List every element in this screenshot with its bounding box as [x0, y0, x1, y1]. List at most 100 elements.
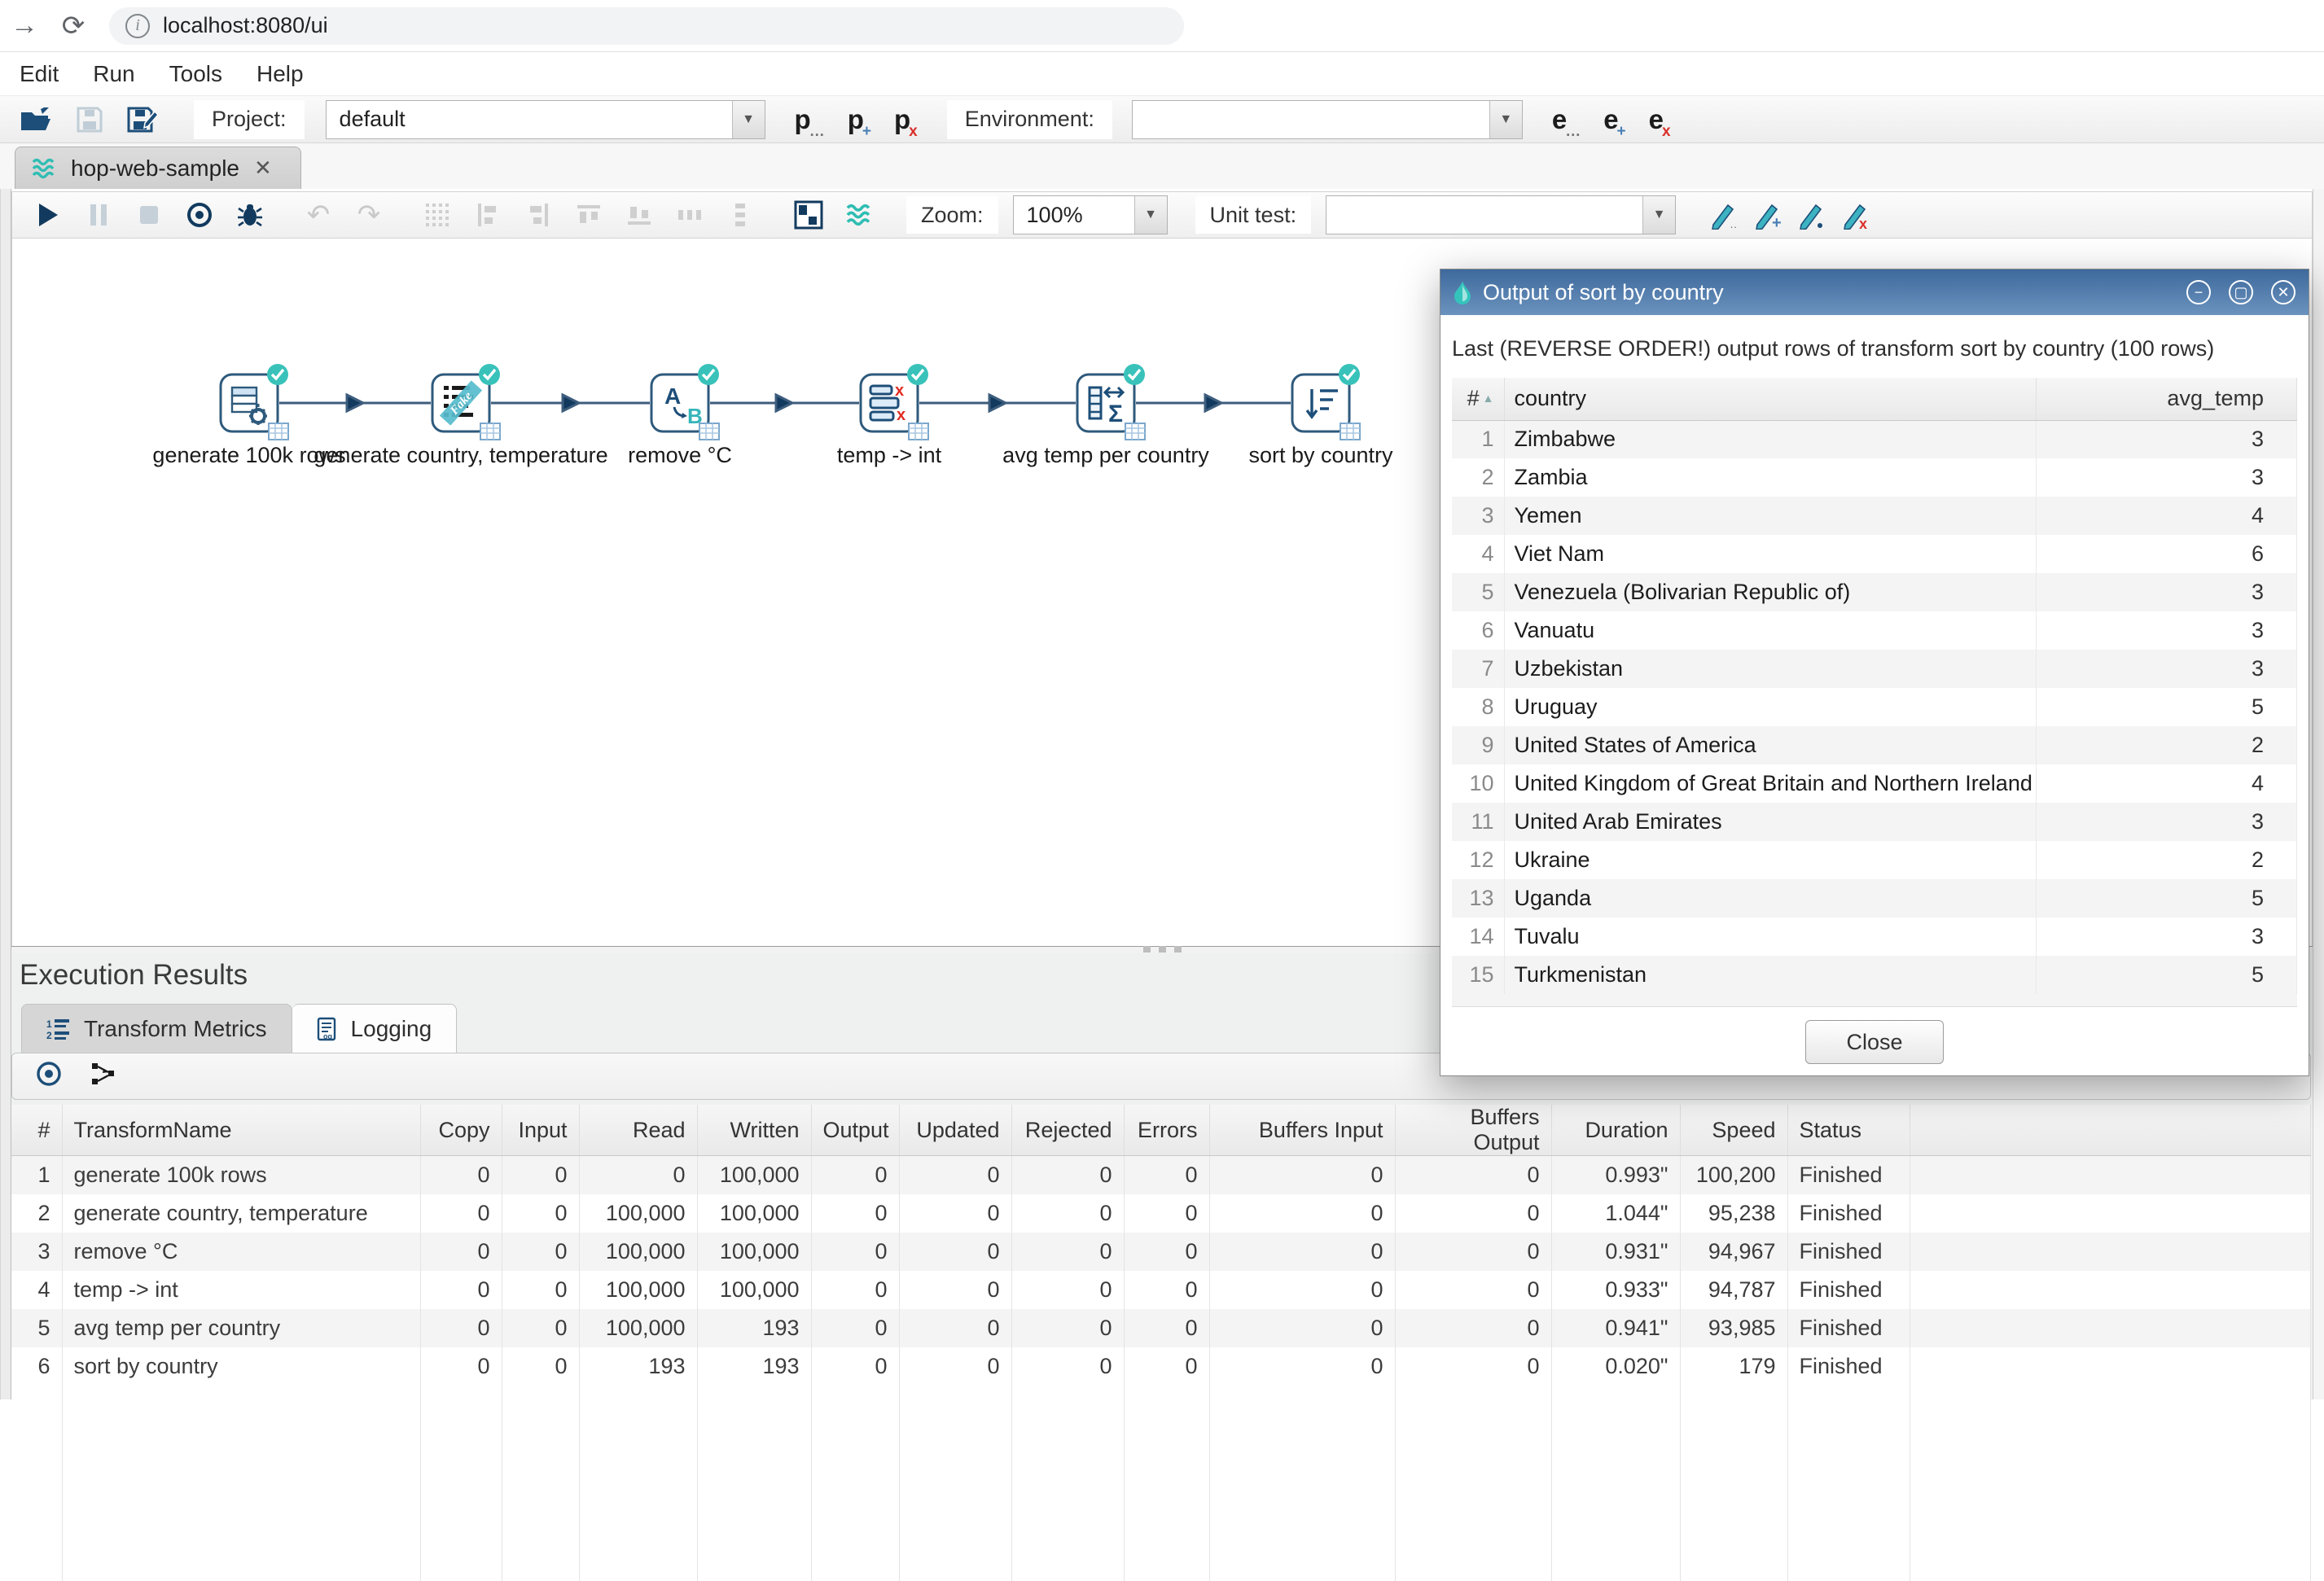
add-unit-test-button[interactable]: +: [1752, 200, 1782, 230]
distribute-vertically-icon: [726, 200, 755, 230]
metrics-row[interactable]: 2generate country, temperature 00 100,00…: [11, 1194, 2311, 1233]
add-environment-button[interactable]: e+: [1603, 106, 1627, 133]
preview-row[interactable]: 14 Tuvalu 3: [1452, 918, 2297, 956]
metrics-row[interactable]: 4temp -> int 00 100,000100,000 00 00 00 …: [11, 1271, 2311, 1309]
edit-project-button[interactable]: p…: [795, 106, 827, 133]
metrics-col-header[interactable]: TransformName: [62, 1105, 420, 1156]
row-number: 7: [1452, 650, 1504, 688]
menu-run[interactable]: Run: [93, 61, 134, 87]
check-badge-icon: [906, 363, 929, 392]
delete-project-button[interactable]: px: [894, 106, 919, 133]
metrics-col-header[interactable]: Updated: [899, 1105, 1011, 1156]
unit-test-combo-arrow-icon[interactable]: ▼: [1642, 196, 1675, 234]
metrics-col-header[interactable]: Buffers Input: [1209, 1105, 1395, 1156]
metrics-col-header[interactable]: Rejected: [1011, 1105, 1124, 1156]
metrics-col-header[interactable]: Output: [811, 1105, 899, 1156]
maximize-icon[interactable]: ▢: [2229, 280, 2253, 304]
transform-generate-100k-rows[interactable]: generate 100k rows: [219, 373, 279, 433]
preview-row[interactable]: 10 United Kingdom of Great Britain and N…: [1452, 764, 2297, 803]
menu-edit[interactable]: Edit: [20, 61, 59, 87]
preview-row[interactable]: 3 Yemen 4: [1452, 497, 2297, 535]
transform-generate-country-temperature[interactable]: Fake generate country, temperature: [431, 373, 491, 433]
metrics-col-header[interactable]: Copy: [420, 1105, 502, 1156]
metrics-row[interactable]: 1generate 100k rows 00 0100,000 00 00 00…: [11, 1156, 2311, 1194]
transform-remove-celsius[interactable]: AB remove °C: [650, 373, 710, 433]
dialog-subtitle: Last (REVERSE ORDER!) output rows of tra…: [1440, 315, 2309, 378]
preview-row[interactable]: 12 Ukraine 2: [1452, 841, 2297, 879]
close-icon[interactable]: ✕: [2271, 280, 2295, 304]
metrics-col-header[interactable]: Status: [1787, 1105, 1910, 1156]
preview-row[interactable]: 11 United Arab Emirates 3: [1452, 803, 2297, 841]
edit-environment-button[interactable]: e…: [1552, 106, 1582, 133]
metrics-col-header[interactable]: Written: [697, 1105, 811, 1156]
tab-transform-metrics[interactable]: 12 Transform Metrics: [21, 1004, 292, 1053]
environment-combo[interactable]: ▼: [1132, 100, 1523, 139]
environment-combo-arrow-icon[interactable]: ▼: [1489, 101, 1522, 138]
preview-row[interactable]: 6 Vanuatu 3: [1452, 611, 2297, 650]
address-bar[interactable]: i localhost:8080/ui: [109, 7, 1184, 45]
transform-sort-by-country[interactable]: sort by country: [1291, 373, 1351, 433]
edit-unit-test-button[interactable]: …: [1708, 200, 1738, 230]
reload-icon[interactable]: ⟳: [49, 10, 98, 42]
preview-row[interactable]: 8 Uruguay 5: [1452, 688, 2297, 726]
project-combo-arrow-icon[interactable]: ▼: [732, 101, 765, 138]
tab-close-icon[interactable]: ✕: [254, 155, 272, 181]
metrics-col-header[interactable]: #: [11, 1105, 62, 1156]
col-header-num[interactable]: #▲: [1452, 378, 1504, 420]
dialog-close-button[interactable]: Close: [1805, 1020, 1944, 1064]
right-sash[interactable]: [2313, 189, 2324, 1399]
preview-row[interactable]: 5 Venezuela (Bolivarian Republic of) 3: [1452, 573, 2297, 611]
metrics-col-header[interactable]: Duration: [1551, 1105, 1680, 1156]
metrics-row[interactable]: 5avg temp per country 00 100,000193 00 0…: [11, 1309, 2311, 1347]
svg-text:x: x: [895, 382, 904, 400]
zoom-combo-arrow-icon[interactable]: ▼: [1134, 196, 1167, 234]
col-header-avg-temp[interactable]: avg_temp: [2037, 378, 2297, 420]
run-button[interactable]: [33, 200, 63, 230]
project-combo[interactable]: default ▼: [326, 100, 765, 139]
left-sash[interactable]: [0, 189, 11, 1399]
dialog-titlebar[interactable]: Output of sort by country − ▢ ✕: [1440, 269, 2309, 315]
transform-temp-to-int[interactable]: xx temp -> int: [859, 373, 919, 433]
menu-tools[interactable]: Tools: [169, 61, 222, 87]
svg-text:+: +: [1772, 214, 1782, 230]
metrics-row[interactable]: 3remove °C 00 100,000100,000 00 00 00 0.…: [11, 1233, 2311, 1271]
metrics-col-header[interactable]: Buffers Output: [1395, 1105, 1551, 1156]
transform-avg-temp-per-country[interactable]: Σ avg temp per country: [1076, 373, 1136, 433]
preview-row[interactable]: 9 United States of America 2: [1452, 726, 2297, 764]
zoom-combo[interactable]: 100% ▼: [1013, 195, 1168, 234]
metrics-col-header[interactable]: Speed: [1680, 1105, 1787, 1156]
preview-row[interactable]: 13 Uganda 5: [1452, 879, 2297, 918]
svg-text:…: …: [1730, 217, 1738, 230]
country-cell: Uzbekistan: [1504, 650, 2037, 688]
pipeline-graph-icon[interactable]: [90, 1060, 118, 1093]
debug-button[interactable]: [235, 200, 265, 230]
metrics-col-header[interactable]: Errors: [1124, 1105, 1209, 1156]
show-hide-results-eye-icon[interactable]: [35, 1060, 63, 1093]
delete-unit-test-button[interactable]: x: [1840, 200, 1870, 230]
preview-row[interactable]: 4 Viet Nam 6: [1452, 535, 2297, 573]
show-execution-results-button[interactable]: [794, 200, 823, 230]
preview-row[interactable]: 2 Zambia 3: [1452, 458, 2297, 497]
country-cell: Vanuatu: [1504, 611, 2037, 650]
add-project-button[interactable]: p+: [848, 106, 873, 133]
forward-icon[interactable]: →: [0, 10, 49, 42]
preview-row[interactable]: 1 Zimbabwe 3: [1452, 420, 2297, 458]
save-as-icon[interactable]: [125, 103, 161, 136]
detach-unit-test-button[interactable]: [1796, 200, 1826, 230]
tab-logging[interactable]: og Logging: [292, 1004, 458, 1053]
preview-button[interactable]: [185, 200, 214, 230]
metrics-col-header[interactable]: Input: [502, 1105, 579, 1156]
delete-environment-button[interactable]: ex: [1649, 106, 1673, 133]
menu-help[interactable]: Help: [257, 61, 304, 87]
preview-row[interactable]: 15 Turkmenistan 5: [1452, 956, 2297, 994]
minimize-icon[interactable]: −: [2186, 280, 2211, 304]
preview-header-row: #▲ country avg_temp: [1452, 378, 2297, 420]
metrics-col-header[interactable]: Read: [579, 1105, 697, 1156]
unit-test-combo[interactable]: ▼: [1326, 195, 1676, 234]
page-info-icon[interactable]: i: [125, 14, 150, 38]
metrics-row[interactable]: 6sort by country 00 193193 00 00 00 0.02…: [11, 1347, 2311, 1386]
open-file-icon[interactable]: [18, 103, 54, 136]
tab-hop-web-sample[interactable]: hop-web-sample ✕: [15, 147, 301, 189]
col-header-country[interactable]: country: [1504, 378, 2037, 420]
preview-row[interactable]: 7 Uzbekistan 3: [1452, 650, 2297, 688]
